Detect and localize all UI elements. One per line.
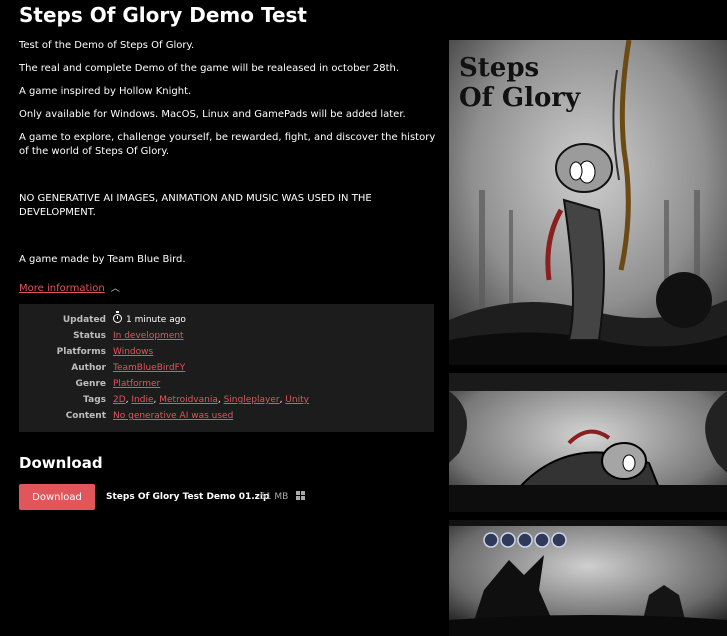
more-information-toggle[interactable]: More information ︿: [19, 282, 120, 296]
info-key: Platforms: [56, 347, 106, 357]
info-row-updated: Updated 1 minute ago: [19, 311, 434, 328]
info-key: Content: [65, 411, 106, 421]
info-value-updated: 1 minute ago: [126, 315, 186, 325]
info-key: Status: [73, 331, 106, 341]
tag-link[interactable]: 2D: [113, 395, 126, 405]
info-row-tags: Tags 2D, Indie, Metroidvania, Singleplay…: [19, 392, 434, 408]
info-key: Tags: [83, 395, 106, 405]
page-title: Steps Of Glory Demo Test: [19, 3, 307, 27]
info-row-platforms: Platforms Windows: [19, 344, 434, 360]
genre-link[interactable]: Platformer: [113, 379, 160, 389]
description-line: A game made by Team Blue Bird.: [19, 254, 186, 265]
more-information-label: More information: [19, 283, 105, 294]
platform-link[interactable]: Windows: [113, 347, 153, 357]
description-line: NO GENERATIVE AI IMAGES, ANIMATION AND M…: [19, 193, 372, 218]
tag-link[interactable]: Unity: [285, 395, 309, 405]
windows-icon: [296, 491, 305, 500]
gameplay-image: [449, 520, 727, 636]
download-file-name: Steps Of Glory Test Demo 01.zip: [106, 492, 270, 502]
info-key: Updated: [62, 315, 106, 325]
game-description: Test of the Demo of Steps Of Glory. The …: [19, 39, 439, 267]
description-line: The real and complete Demo of the game w…: [19, 63, 400, 74]
description-line: A game inspired by Hollow Knight.: [19, 86, 192, 97]
info-row-genre: Genre Platformer: [19, 376, 434, 392]
tag-link[interactable]: Indie: [131, 395, 153, 405]
screenshot-2[interactable]: [449, 373, 727, 512]
download-file-size: 51 MB: [260, 492, 289, 502]
info-key: Genre: [75, 379, 106, 389]
tag-link[interactable]: Singleplayer: [224, 395, 280, 405]
download-button[interactable]: Download: [19, 484, 95, 510]
description-line: A game to explore, challenge yourself, b…: [19, 132, 436, 157]
description-line: Only available for Windows. MacOS, Linux…: [19, 109, 406, 120]
gameplay-image: [449, 373, 727, 512]
info-key: Author: [71, 363, 106, 373]
screenshot-cover[interactable]: Steps Of Glory: [449, 40, 727, 365]
author-link[interactable]: TeamBlueBirdFY: [113, 363, 185, 373]
status-link[interactable]: In development: [113, 331, 184, 341]
description-line: Test of the Demo of Steps Of Glory.: [19, 40, 195, 51]
info-row-status: Status In development: [19, 328, 434, 344]
content-link[interactable]: No generative AI was used: [113, 411, 233, 421]
tag-link[interactable]: Metroidvania: [159, 395, 218, 405]
screenshot-3[interactable]: [449, 520, 727, 636]
cover-logo-line2: Of Glory: [459, 83, 581, 113]
stopwatch-icon: [113, 311, 122, 323]
download-heading: Download: [19, 454, 103, 472]
cover-logo-line1: Steps: [459, 53, 539, 83]
cover-art-image: Steps Of Glory: [449, 40, 727, 365]
info-row-author: Author TeamBlueBirdFY: [19, 360, 434, 376]
chevron-up-icon: ︿: [110, 284, 120, 294]
info-row-content: Content No generative AI was used: [19, 408, 434, 424]
game-info-panel: Updated 1 minute ago Status In developme…: [19, 304, 434, 432]
